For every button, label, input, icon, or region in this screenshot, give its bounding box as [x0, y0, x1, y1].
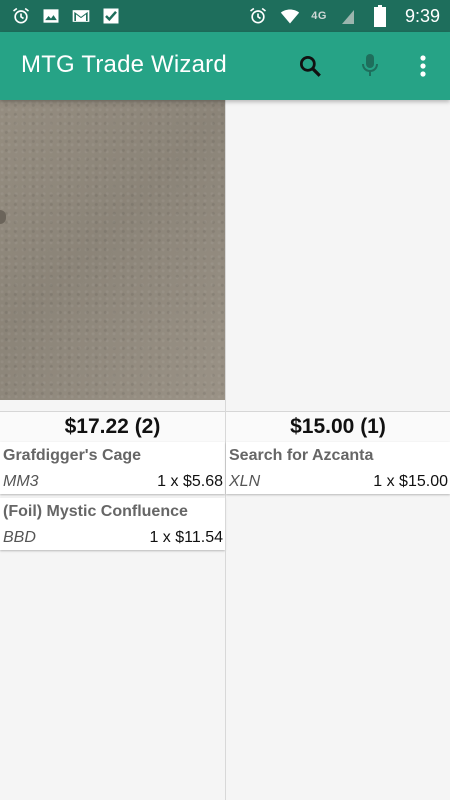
photo-object — [0, 210, 6, 224]
status-bar-system: 4G 9:39 — [247, 4, 440, 28]
card-item[interactable]: Search for Azcanta XLN 1 x $15.00 — [226, 442, 450, 494]
app-title: MTG Trade Wizard — [21, 51, 227, 78]
trade-column-right: $15.00 (1) Search for Azcanta XLN 1 x $1… — [225, 100, 450, 800]
card-item[interactable]: Grafdigger's Cage MM3 1 x $5.68 — [0, 442, 225, 494]
search-button[interactable] — [292, 48, 328, 84]
more-vert-icon — [420, 55, 426, 77]
alarm-icon — [10, 5, 32, 27]
left-total: $17.22 (2) — [0, 411, 225, 443]
image-icon — [40, 5, 62, 27]
card-set: XLN — [229, 473, 261, 490]
card-name: Grafdigger's Cage — [3, 447, 142, 464]
app-bar: MTG Trade Wizard — [0, 32, 450, 100]
camera-photo[interactable] — [0, 100, 225, 400]
clock: 9:39 — [404, 5, 440, 26]
trade-column-left: $17.22 (2) Grafdigger's Cage MM3 1 x $5.… — [0, 100, 225, 800]
card-set: MM3 — [3, 473, 39, 490]
card-price: 1 x $5.68 — [157, 473, 223, 490]
trade-content: $17.22 (2) Grafdigger's Cage MM3 1 x $5.… — [0, 100, 450, 800]
voice-search-button[interactable] — [352, 48, 388, 84]
card-name: (Foil) Mystic Confluence — [3, 503, 188, 520]
card-price: 1 x $15.00 — [373, 473, 448, 490]
microphone-icon — [362, 54, 378, 76]
card-name: Search for Azcanta — [229, 447, 374, 464]
card-item[interactable]: (Foil) Mystic Confluence BBD 1 x $11.54 — [0, 498, 225, 550]
card-price: 1 x $11.54 — [149, 529, 223, 546]
card-set: BBD — [3, 529, 36, 546]
alarm-icon — [247, 5, 269, 27]
checkmark-app-icon — [100, 5, 122, 27]
search-icon — [299, 55, 321, 77]
right-total: $15.00 (1) — [226, 411, 450, 443]
status-bar: 4G 9:39 — [0, 0, 450, 32]
gmail-icon — [70, 5, 92, 27]
battery-icon — [369, 5, 391, 27]
lte-signal-icon — [337, 5, 359, 27]
wifi-icon — [279, 5, 301, 27]
status-bar-notifications — [10, 4, 122, 28]
network-type: 4G — [311, 10, 327, 22]
overflow-menu-button[interactable] — [405, 48, 441, 84]
